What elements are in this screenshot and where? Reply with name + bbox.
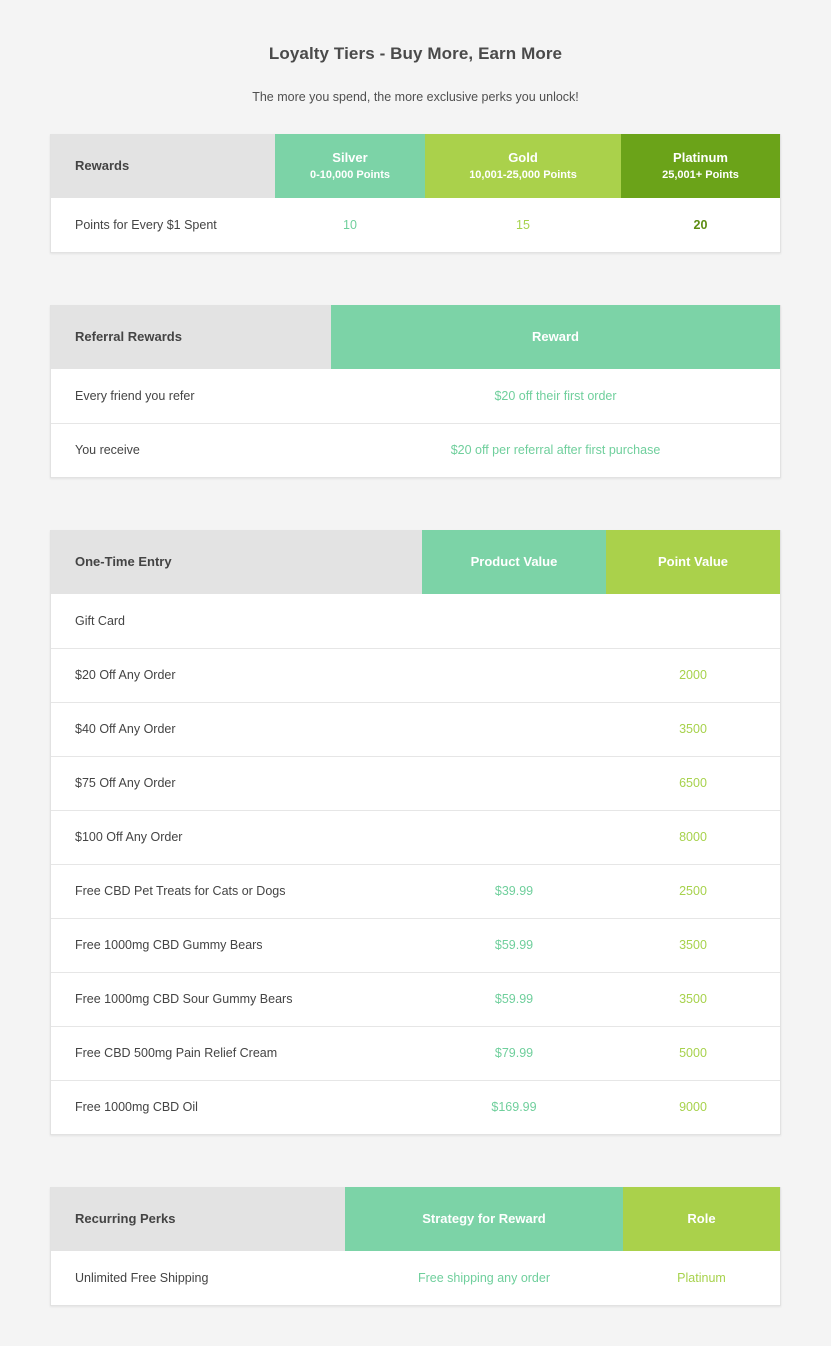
row-label: Gift Card <box>75 613 126 628</box>
table-header-row: Recurring Perks Strategy for Reward Role <box>51 1187 780 1251</box>
table-row: $100 Off Any Order 8000 <box>51 809 780 864</box>
cell-role: Platinum <box>677 1271 726 1285</box>
table-row: $20 Off Any Order 2000 <box>51 647 780 702</box>
cell-point-value: 2500 <box>606 863 780 918</box>
column-header-gold: Gold 10,001-25,000 Points <box>425 134 621 198</box>
table-row: Unlimited Free Shipping Free shipping an… <box>51 1251 780 1305</box>
cell-point-value: 2000 <box>606 647 780 702</box>
row-label: You receive <box>51 422 331 477</box>
column-header-strategy: Strategy for Reward <box>345 1187 623 1251</box>
tier-name-gold: Gold <box>508 149 538 165</box>
cell-point-value: 3500 <box>606 917 780 972</box>
column-header-product-value: Product Value <box>422 530 606 594</box>
cell-product-value <box>422 701 606 756</box>
column-header-reward-label: Reward <box>532 329 579 345</box>
cell-point-value: 3500 <box>606 701 780 756</box>
tier-range-gold: 10,001-25,000 Points <box>469 169 577 182</box>
one-time-entry-table: One-Time Entry Product Value Point Value… <box>50 530 781 1135</box>
cell-product-value <box>422 647 606 702</box>
row-label: Free 1000mg CBD Gummy Bears <box>51 917 422 972</box>
row-label: $75 Off Any Order <box>51 755 422 810</box>
table-row: Free 1000mg CBD Gummy Bears $59.99 3500 <box>51 917 780 972</box>
cell-reward: $20 off per referral after first purchas… <box>331 422 780 477</box>
column-header-strategy-label: Strategy for Reward <box>422 1211 546 1227</box>
tier-range-silver: 0-10,000 Points <box>309 169 391 182</box>
row-label: Free CBD 500mg Pain Relief Cream <box>51 1025 422 1080</box>
column-header-one-time-entry: One-Time Entry <box>51 530 422 594</box>
row-label: $100 Off Any Order <box>51 809 422 864</box>
table-row: $75 Off Any Order 6500 <box>51 755 780 810</box>
table-row: You receive $20 off per referral after f… <box>51 422 780 477</box>
row-label: Every friend you refer <box>75 388 195 403</box>
column-header-point-value: Point Value <box>606 530 780 594</box>
cell-point-value <box>606 594 780 648</box>
table-header-row: One-Time Entry Product Value Point Value <box>51 530 780 594</box>
loyalty-tiers-table: Rewards Silver 0-10,000 Points Gold 10,0… <box>50 134 781 253</box>
table-row: Points for Every $1 Spent 10 15 20 <box>51 198 780 252</box>
cell-product-value <box>422 755 606 810</box>
one-time-entry-rows: Gift Card $20 Off Any Order 2000 $40 Off… <box>51 594 780 1134</box>
tier-name-platinum: Platinum <box>673 149 728 165</box>
cell-product-value: $59.99 <box>422 971 606 1026</box>
column-header-role-label: Role <box>687 1211 716 1227</box>
cell-gold-points: 15 <box>516 218 530 232</box>
row-label: $20 Off Any Order <box>51 647 422 702</box>
column-header-role: Role <box>623 1187 780 1251</box>
column-header-platinum: Platinum 25,001+ Points <box>621 134 780 198</box>
cell-product-value <box>422 594 606 648</box>
row-label: Free 1000mg CBD Oil <box>51 1079 422 1134</box>
table-row: Free 1000mg CBD Oil $169.99 9000 <box>51 1079 780 1134</box>
cell-silver-points: 10 <box>343 218 357 232</box>
tier-range-platinum: 25,001+ Points <box>662 169 739 182</box>
table-row: Free CBD 500mg Pain Relief Cream $79.99 … <box>51 1025 780 1080</box>
table-row: $40 Off Any Order 3500 <box>51 701 780 756</box>
loyalty-page: Loyalty Tiers - Buy More, Earn More The … <box>0 0 831 1346</box>
row-label: Points for Every $1 Spent <box>75 218 217 232</box>
cell-reward: $20 off their first order <box>494 388 617 403</box>
column-header-silver: Silver 0-10,000 Points <box>275 134 425 198</box>
row-label: Free CBD Pet Treats for Cats or Dogs <box>51 863 422 918</box>
page-title: Loyalty Tiers - Buy More, Earn More <box>268 44 563 63</box>
column-header-product-value-label: Product Value <box>470 554 558 570</box>
column-header-recurring-perks: Recurring Perks <box>51 1187 345 1251</box>
cell-point-value: 3500 <box>606 971 780 1026</box>
column-header-referral-rewards: Referral Rewards <box>51 305 331 369</box>
cell-platinum-points: 20 <box>693 218 708 232</box>
row-label: $40 Off Any Order <box>51 701 422 756</box>
cell-product-value: $59.99 <box>422 917 606 972</box>
cell-point-value: 5000 <box>606 1025 780 1080</box>
row-label: Free 1000mg CBD Sour Gummy Bears <box>51 971 422 1026</box>
table-row: Free CBD Pet Treats for Cats or Dogs $39… <box>51 863 780 918</box>
referral-rewards-table: Referral Rewards Reward Every friend you… <box>50 305 781 478</box>
recurring-perks-table: Recurring Perks Strategy for Reward Role… <box>50 1187 781 1306</box>
table-row: Free 1000mg CBD Sour Gummy Bears $59.99 … <box>51 971 780 1026</box>
cell-product-value: $79.99 <box>422 1025 606 1080</box>
cell-point-value: 9000 <box>606 1079 780 1134</box>
page-subtitle: The more you spend, the more exclusive p… <box>252 90 579 104</box>
cell-point-value: 6500 <box>606 755 780 810</box>
table-header-row: Referral Rewards Reward <box>51 305 780 369</box>
row-label: Unlimited Free Shipping <box>75 1271 209 1285</box>
cell-strategy: Free shipping any order <box>417 1271 551 1285</box>
table-header-row: Rewards Silver 0-10,000 Points Gold 10,0… <box>51 134 780 198</box>
table-row: Every friend you refer $20 off their fir… <box>51 369 780 423</box>
cell-product-value <box>422 809 606 864</box>
tier-name-silver: Silver <box>332 149 368 165</box>
cell-product-value: $39.99 <box>422 863 606 918</box>
table-row: Gift Card <box>51 594 780 648</box>
column-header-reward: Reward <box>331 305 780 369</box>
column-header-rewards: Rewards <box>51 134 275 198</box>
cell-product-value: $169.99 <box>422 1079 606 1134</box>
column-header-point-value-label: Point Value <box>657 554 729 570</box>
cell-point-value: 8000 <box>606 809 780 864</box>
